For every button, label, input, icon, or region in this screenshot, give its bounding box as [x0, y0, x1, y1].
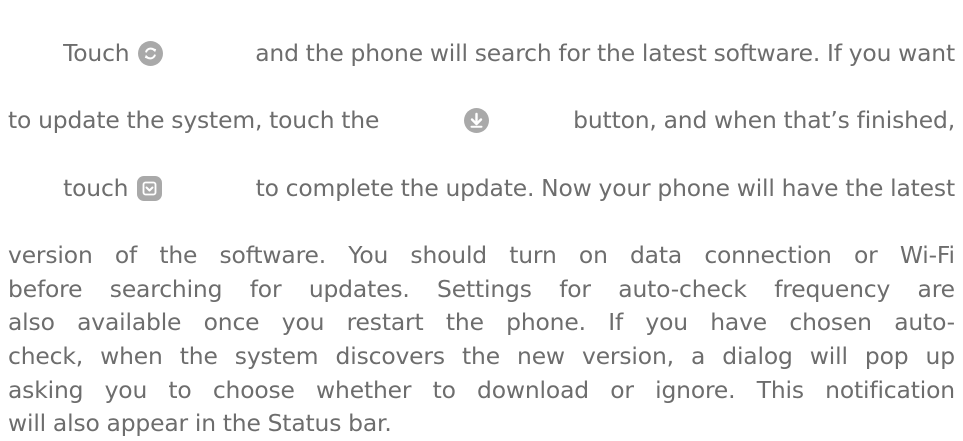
word: If — [608, 308, 624, 337]
document-page: Touch and the phone will search for the … — [0, 0, 963, 438]
software-update-paragraph: Touch and the phone will search for the … — [8, 3, 955, 441]
word: available — [77, 308, 182, 337]
word: version, — [582, 342, 674, 371]
line-2-end: button, and when that’s finished, — [566, 106, 955, 135]
word: searching — [109, 274, 223, 303]
word: have — [710, 308, 768, 337]
line-3-end: to complete the update. Now your phone w… — [248, 173, 956, 202]
text-line-6: also available once you restart the phone. If yo… — [8, 306, 955, 340]
word: choose — [212, 375, 295, 404]
word: check, — [8, 342, 84, 371]
word: phone. — [506, 308, 586, 337]
text-line-2: to update the system, touch the button, … — [8, 104, 955, 138]
line-9-text: will also appear in the Status bar. — [8, 409, 392, 438]
word: updates. — [308, 274, 410, 303]
word: notification — [825, 375, 955, 404]
word: auto-check — [618, 274, 747, 303]
install-update-icon — [137, 175, 163, 201]
line-5-text: before searching for updates. Settings for aut… — [8, 273, 955, 307]
text-line-1: Touch and the phone will search for the … — [8, 3, 955, 104]
word: discovers — [335, 342, 446, 371]
word: to — [168, 375, 192, 404]
word: for — [559, 274, 591, 303]
word: dialog — [722, 342, 793, 371]
word: of — [114, 240, 138, 269]
word: software. — [219, 240, 327, 269]
line-6-text: also available once you restart the phone. If yo… — [8, 306, 955, 340]
word: the — [462, 342, 500, 371]
line-7-text: check, when the system discovers the new versio… — [8, 340, 955, 374]
word: ignore. — [655, 375, 736, 404]
word: up — [925, 342, 956, 371]
word: turn — [509, 240, 557, 269]
line-2-start: to update the system, touch the — [8, 106, 387, 135]
word: for — [249, 274, 282, 303]
word: asking — [8, 375, 84, 404]
word: also — [8, 308, 55, 337]
word: before — [8, 274, 83, 303]
word: system — [234, 342, 319, 371]
refresh-icon — [138, 40, 164, 66]
word: whether — [316, 375, 412, 404]
download-icon — [463, 108, 489, 134]
word: version — [8, 240, 93, 269]
line-8-text: asking you to choose whether to download or igno… — [8, 374, 955, 408]
word: are — [917, 274, 956, 303]
text-line-8: asking you to choose whether to download or igno… — [8, 374, 955, 408]
word: you — [104, 375, 148, 404]
word: You — [348, 240, 389, 269]
word: to — [432, 375, 456, 404]
word: Settings — [437, 274, 532, 303]
word: once — [203, 308, 260, 337]
word: or — [853, 240, 878, 269]
word: pop — [864, 342, 909, 371]
word: will — [809, 342, 848, 371]
word: a — [690, 342, 706, 371]
word: frequency — [774, 274, 891, 303]
line-3-start: touch — [63, 173, 136, 202]
text-line-3: touch to complete the update. Now your p… — [8, 138, 955, 239]
word: new — [517, 342, 565, 371]
word: or — [610, 375, 634, 404]
word: auto- — [894, 308, 955, 337]
word: you — [645, 308, 688, 337]
word: the — [159, 240, 198, 269]
word: This — [756, 375, 804, 404]
word: on — [578, 240, 608, 269]
word: chosen — [789, 308, 872, 337]
word: restart — [346, 308, 424, 337]
text-line-9: will also appear in the Status bar. — [8, 407, 955, 441]
word: the — [445, 308, 484, 337]
word: connection — [704, 240, 832, 269]
text-line-4: version of the software. You should turn on data… — [8, 239, 955, 273]
word: when — [100, 342, 163, 371]
text-line-5: before searching for updates. Settings for aut… — [8, 273, 955, 307]
text-line-7: check, when the system discovers the new versio… — [8, 340, 955, 374]
word: the — [179, 342, 218, 371]
word: should — [410, 240, 487, 269]
word: you — [281, 308, 325, 337]
line-1-end: and the phone will search for the latest… — [248, 38, 955, 67]
line-4-text: version of the software. You should turn on data… — [8, 239, 955, 273]
line-1-start: Touch — [63, 38, 137, 67]
word: Wi-Fi — [899, 240, 955, 269]
word: download — [477, 375, 589, 404]
word: data — [629, 240, 683, 269]
